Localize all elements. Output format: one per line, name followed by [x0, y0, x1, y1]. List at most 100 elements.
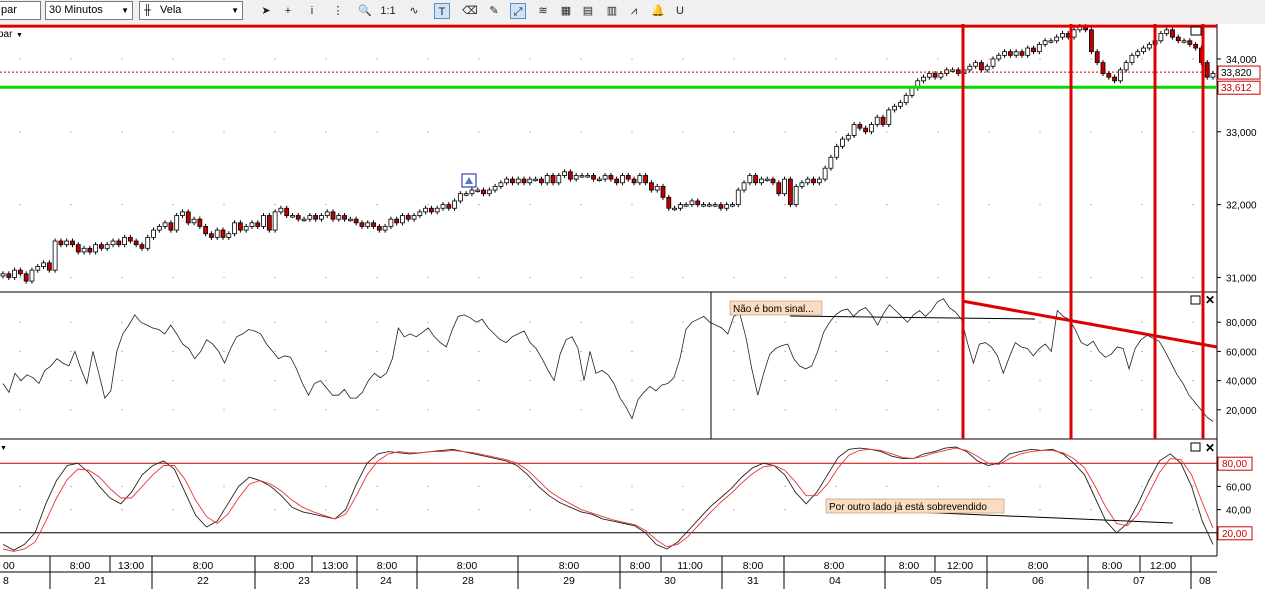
oscillator-tick-label: 20,000 [1226, 406, 1257, 417]
draw-tool-button[interactable]: ✎ [486, 3, 502, 19]
eraser-button[interactable]: ⌫ [462, 3, 478, 19]
time-label-hour: 11:00 [677, 560, 703, 572]
candle [145, 234, 151, 251]
time-label-hour: 13:00 [118, 560, 144, 572]
time-label-day: 28 [462, 575, 474, 587]
candle [232, 220, 237, 237]
time-label-day: 04 [829, 575, 841, 587]
text-tool-button[interactable]: T [434, 3, 450, 19]
chevron-down-icon: ▼ [121, 6, 129, 15]
candle [1100, 60, 1106, 77]
time-label-day: 07 [1133, 575, 1145, 587]
annotation-text: Não é bom sinal... [733, 304, 814, 315]
candle [29, 267, 35, 284]
support-price-tag: 33,612 [1217, 80, 1261, 95]
maximize-icon[interactable] [1190, 442, 1201, 452]
layout-button[interactable]: ▥ [604, 3, 620, 19]
candle [782, 176, 787, 197]
candle [1094, 49, 1100, 66]
candle [272, 209, 278, 233]
close-icon[interactable]: ✕ [1205, 293, 1215, 307]
chart-type-select-value: Vela [160, 4, 182, 16]
chevron-down-icon[interactable]: ▼ [0, 445, 7, 452]
candlestick-icon: ╫ [144, 5, 152, 16]
candle [261, 212, 266, 230]
interval-select-value: 30 Minutos [49, 4, 103, 16]
time-label-day: 30 [664, 575, 676, 587]
candle [1117, 67, 1123, 84]
toolbar: par 30 Minutos ▼ ╫ Vela ▼ ➤ + i ⋮ 🔍 1:1 ∿ T ⌫ ✎ ⤢ ≋… [0, 0, 1265, 25]
maximize-icon[interactable] [1190, 295, 1201, 305]
time-label-day: 29 [563, 575, 575, 587]
chart-type-select[interactable]: ╫ Vela ▼ [139, 1, 243, 20]
time-label-hour: 12:00 [1150, 560, 1176, 572]
time-label-day: 24 [380, 575, 392, 587]
time-label-day: 31 [747, 575, 759, 587]
time-label-hour: 8:00 [1102, 560, 1123, 572]
oversold-tag: 20,00 [1217, 526, 1253, 541]
candle [174, 212, 180, 233]
support-price-label: 33,612 [1221, 83, 1252, 94]
maximize-icon[interactable] [1190, 26, 1202, 36]
time-label-day: 21 [94, 575, 106, 587]
indicator-button[interactable]: ∿ [406, 3, 422, 19]
candle [822, 165, 828, 182]
price-tick-label: 34,000 [1226, 55, 1257, 66]
symbol-field[interactable]: par [0, 1, 41, 20]
crosshair-button[interactable]: + [280, 3, 296, 19]
oscillator-tick-label: 60,000 [1226, 347, 1257, 358]
candle [851, 121, 857, 138]
candle [787, 176, 793, 208]
candle [185, 209, 191, 226]
overbought-label: 80,00 [1222, 459, 1247, 470]
time-label-day: 05 [930, 575, 942, 587]
price-tick-label: 31,000 [1226, 273, 1257, 284]
last-price-label: 33,820 [1221, 68, 1252, 79]
stochastic-tick-label: 40,00 [1226, 506, 1251, 517]
candle [666, 194, 672, 211]
candle [776, 180, 782, 197]
zoom-1to1-button[interactable]: 1:1 [380, 3, 396, 19]
candle [1089, 27, 1094, 55]
candle [793, 183, 799, 208]
oscillator-tick-label: 40,000 [1226, 377, 1257, 388]
magnet-button[interactable]: U [672, 3, 688, 19]
candle [52, 238, 58, 273]
stochastic-tick-label: 60,00 [1226, 482, 1251, 493]
signal-marker-icon[interactable] [461, 173, 477, 188]
time-label-day: 8 [3, 575, 9, 587]
template-button[interactable]: ▦ [558, 3, 574, 19]
symbol-field-value: par [1, 4, 17, 16]
alert-bell-button[interactable]: 🔔 [650, 3, 666, 19]
time-label-hour: 8:00 [274, 560, 295, 572]
price-panel-title: par [0, 29, 13, 40]
annotation-text: Por outro lado já está sobrevendido [829, 502, 987, 513]
candle [828, 154, 834, 171]
wave-button[interactable]: ⩘ [626, 3, 642, 19]
candle [735, 187, 741, 208]
grid-button[interactable]: ⋮ [330, 3, 346, 19]
info-button[interactable]: i [304, 3, 320, 19]
time-label-hour: 13:00 [322, 560, 348, 572]
chevron-down-icon: ▼ [231, 6, 239, 15]
interval-select[interactable]: 30 Minutos ▼ [45, 1, 133, 20]
price-tick-label: 33,000 [1226, 128, 1257, 139]
chart-background [0, 24, 1265, 589]
compare-button[interactable]: ▤ [580, 3, 596, 19]
candle [886, 107, 892, 128]
chevron-down-icon[interactable]: ▼ [16, 32, 23, 39]
close-icon[interactable]: ✕ [1205, 441, 1215, 455]
time-label-hour: 00 [3, 560, 15, 572]
oversold-label: 20,00 [1222, 529, 1247, 540]
time-label-day: 06 [1032, 575, 1044, 587]
time-label-hour: 8:00 [743, 560, 764, 572]
fibonacci-button[interactable]: ≋ [535, 3, 551, 19]
candle [1204, 60, 1210, 80]
zoom-button[interactable]: 🔍 [357, 3, 373, 19]
time-label-day: 08 [1199, 575, 1211, 587]
time-label-hour: 8:00 [1028, 560, 1049, 572]
trendline-tool-button[interactable]: ⤢ [510, 3, 526, 19]
cursor-arrow-button[interactable]: ➤ [258, 3, 274, 19]
time-label-day: 23 [298, 575, 310, 587]
time-label-hour: 8:00 [70, 560, 91, 572]
